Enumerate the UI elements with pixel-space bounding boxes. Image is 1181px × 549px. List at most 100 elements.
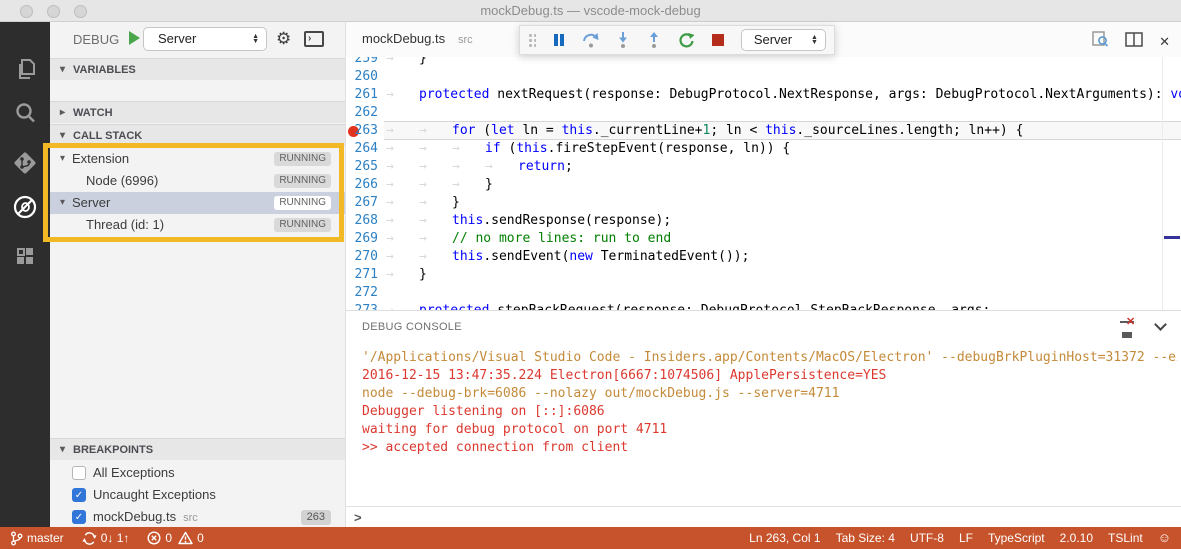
errors-item[interactable]: 0 xyxy=(147,527,172,549)
language-indicator[interactable]: TypeScript xyxy=(988,527,1045,549)
title-bar: mockDebug.ts — vscode-mock-debug xyxy=(0,0,1181,22)
section-header-variables[interactable]: ▾ VARIABLES xyxy=(50,58,345,80)
step-over-button[interactable] xyxy=(582,31,600,49)
call-stack-label: Server xyxy=(72,192,110,214)
running-badge: RUNNING xyxy=(274,174,331,188)
launch-config-dropdown[interactable]: Server ▲▼ xyxy=(143,27,267,51)
git-branch-icon xyxy=(10,531,23,546)
line-col-indicator[interactable]: Ln 263, Col 1 xyxy=(749,527,820,549)
line-number: 265 xyxy=(346,158,378,176)
code-line-text: →→} xyxy=(386,194,460,212)
debug-session-dropdown[interactable]: Server ▲▼ xyxy=(741,29,826,51)
tab-whitespace-icon: → xyxy=(419,194,452,212)
call-stack-row[interactable]: ▾ExtensionRUNNING xyxy=(50,148,345,170)
breakpoint-label: All Exceptions xyxy=(93,462,175,484)
tab-whitespace-icon: → xyxy=(452,140,485,158)
source-control-icon[interactable] xyxy=(0,140,50,186)
code-line: 269→→// no more lines: run to end xyxy=(346,230,1181,248)
sync-item[interactable]: 0↓ 1↑ xyxy=(82,527,130,549)
error-icon xyxy=(147,531,161,545)
explorer-icon[interactable] xyxy=(0,46,50,92)
debug-view-title: DEBUG xyxy=(73,32,119,47)
search-icon[interactable] xyxy=(0,90,50,136)
tab-whitespace-icon: → xyxy=(485,158,518,176)
tab-whitespace-icon: → xyxy=(386,266,419,284)
console-input-row[interactable]: > xyxy=(346,506,1181,528)
line-number: 271 xyxy=(346,266,378,284)
code-line: 261→protected nextRequest(response: Debu… xyxy=(346,86,1181,104)
call-stack-label: Extension xyxy=(72,148,129,170)
code-line: 262 xyxy=(346,104,1181,122)
start-debugging-button[interactable] xyxy=(129,31,140,45)
section-header-call-stack[interactable]: ▾ CALL STACK xyxy=(50,124,345,146)
editor-tab-detail: src xyxy=(458,34,473,46)
toggle-debug-console-icon[interactable]: › xyxy=(304,31,324,47)
encoding-indicator[interactable]: UTF-8 xyxy=(910,527,944,549)
tab-whitespace-icon: → xyxy=(419,230,452,248)
overview-ruler xyxy=(1162,57,1163,310)
tslint-indicator[interactable]: TSLint xyxy=(1108,527,1143,549)
step-into-button[interactable] xyxy=(614,31,632,49)
extensions-icon[interactable] xyxy=(0,234,50,280)
breakpoint-checkbox[interactable] xyxy=(72,466,86,480)
restart-button[interactable] xyxy=(677,31,695,49)
editor-tab[interactable]: mockDebug.ts xyxy=(362,31,445,46)
running-badge: RUNNING xyxy=(274,218,331,232)
feedback-smiley-icon[interactable]: ☺ xyxy=(1158,527,1171,549)
breakpoint-row[interactable]: ✓mockDebug.tssrc263 xyxy=(50,506,345,528)
tab-whitespace-icon: → xyxy=(386,140,419,158)
editor-group: mockDebug.ts src ✕ xyxy=(345,22,1181,310)
code-line: 267→→} xyxy=(346,194,1181,212)
tab-whitespace-icon: → xyxy=(419,212,452,230)
line-number: 268 xyxy=(346,212,378,230)
open-preview-icon[interactable] xyxy=(1091,30,1109,53)
tab-whitespace-icon: → xyxy=(386,248,419,266)
debug-icon[interactable] xyxy=(0,184,50,230)
line-number: 272 xyxy=(346,284,378,302)
eol-indicator[interactable]: LF xyxy=(959,527,973,549)
tab-whitespace-icon: → xyxy=(419,248,452,266)
tab-size-indicator[interactable]: Tab Size: 4 xyxy=(836,527,895,549)
section-header-watch[interactable]: ▸ WATCH xyxy=(50,101,345,123)
code-line: 266→→→} xyxy=(346,176,1181,194)
twistie-expanded-icon: ▾ xyxy=(60,439,65,461)
breakpoint-checkbox[interactable]: ✓ xyxy=(72,488,86,502)
step-out-button[interactable] xyxy=(645,31,663,49)
call-stack-row[interactable]: Thread (id: 1) RUNNING xyxy=(50,214,345,236)
debug-sidebar: DEBUG Server ▲▼ ⚙ › ▾ VARIABLES ▸ WATCH … xyxy=(50,22,345,527)
twistie-expanded-icon: ▾ xyxy=(60,59,65,81)
code-area[interactable]: 259→}260261→protected nextRequest(respon… xyxy=(346,57,1181,310)
collapse-panel-icon[interactable] xyxy=(1154,318,1167,331)
breakpoint-checkbox[interactable]: ✓ xyxy=(72,510,86,524)
line-number: 263 xyxy=(346,122,378,140)
breakpoint-row[interactable]: All Exceptions xyxy=(50,462,345,484)
warnings-item[interactable]: 0 xyxy=(178,527,204,549)
console-line: 2016-12-15 13:47:35.224 Electron[6667:10… xyxy=(362,367,1177,385)
git-branch-item[interactable]: master xyxy=(10,527,64,549)
pause-button[interactable] xyxy=(550,31,568,49)
console-line: node --debug-brk=6086 --nolazy out/mockD… xyxy=(362,385,1177,403)
stop-button[interactable] xyxy=(709,31,727,49)
configure-gear-icon[interactable]: ⚙ xyxy=(276,29,291,49)
code-line: 263→→for (let ln = this._currentLine+1; … xyxy=(346,122,1181,140)
call-stack-label: Thread (id: 1) xyxy=(86,214,164,236)
drag-handle-icon[interactable] xyxy=(528,33,536,47)
code-line: 259→} xyxy=(346,57,1181,68)
tab-whitespace-icon: → xyxy=(386,176,419,194)
debug-console-panel: DEBUG CONSOLE ✕ '/Applications/Visual St… xyxy=(345,310,1181,527)
close-editor-icon[interactable]: ✕ xyxy=(1159,34,1170,50)
clear-console-icon[interactable]: ✕ xyxy=(1120,319,1136,333)
call-stack-row[interactable]: Node (6996)RUNNING xyxy=(50,170,345,192)
running-badge: RUNNING xyxy=(274,152,331,166)
breakpoint-row[interactable]: ✓Uncaught Exceptions xyxy=(50,484,345,506)
tab-whitespace-icon: → xyxy=(419,122,452,140)
updown-arrows-icon: ▲▼ xyxy=(811,30,818,50)
code-line: 271→} xyxy=(346,266,1181,284)
call-stack-row[interactable]: ▾ServerRUNNING xyxy=(50,192,345,214)
line-number: 262 xyxy=(346,104,378,122)
line-number: 273 xyxy=(346,302,378,310)
version-indicator[interactable]: 2.0.10 xyxy=(1060,527,1093,549)
section-header-breakpoints[interactable]: ▾ BREAKPOINTS xyxy=(50,438,345,460)
code-line-text: →} xyxy=(386,57,427,68)
split-editor-icon[interactable] xyxy=(1125,32,1143,52)
